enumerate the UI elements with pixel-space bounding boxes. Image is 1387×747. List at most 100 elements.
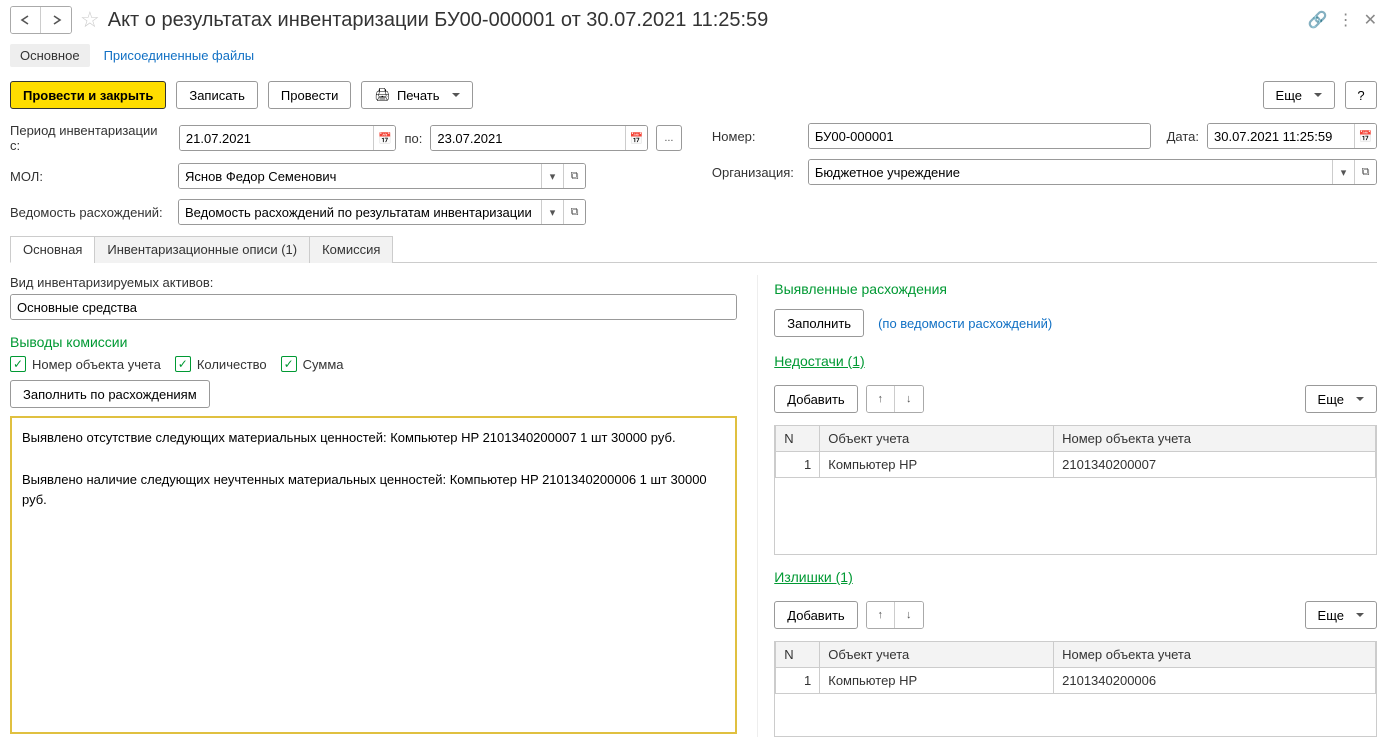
- col-object: Объект учета: [820, 426, 1054, 452]
- form-row-1: Период инвентаризации с: 📅 по: 📅 ... МОЛ…: [10, 123, 1377, 225]
- tabs: Основная Инвентаризационные описи (1) Ко…: [10, 235, 1377, 263]
- period-picker-button[interactable]: ...: [656, 125, 682, 151]
- period-to-input-group: 📅: [430, 125, 648, 151]
- pane-left: Вид инвентаризируемых активов: Выводы ко…: [10, 275, 737, 737]
- nav-pair: [10, 6, 72, 34]
- move-up-icon[interactable]: ↑: [867, 386, 895, 412]
- nav-forward-button[interactable]: [41, 7, 71, 33]
- shortages-table[interactable]: N Объект учета Номер объекта учета 1 Ком…: [775, 426, 1376, 478]
- tab-main[interactable]: Основная: [10, 236, 95, 263]
- cell-object: Компьютер HP: [820, 452, 1054, 478]
- org-input[interactable]: [809, 160, 1332, 184]
- col-object-number: Номер объекта учета: [1054, 426, 1376, 452]
- asset-type-input[interactable]: [11, 295, 736, 319]
- ved-input[interactable]: [179, 200, 541, 224]
- surpluses-toolbar: Добавить ↑ ↓ Еще: [774, 601, 1377, 629]
- mol-label: МОЛ:: [10, 169, 170, 184]
- shortages-table-wrap: N Объект учета Номер объекта учета 1 Ком…: [774, 425, 1377, 555]
- fill-button[interactable]: Заполнить: [774, 309, 864, 337]
- checkmark-icon: ✓: [10, 356, 26, 372]
- col-n: N: [776, 642, 820, 668]
- open-icon[interactable]: ⧉: [563, 200, 585, 224]
- surpluses-move-group: ↑ ↓: [866, 601, 924, 629]
- number-label: Номер:: [712, 129, 800, 144]
- ved-input-group: ▾ ⧉: [178, 199, 586, 225]
- surpluses-table-wrap: N Объект учета Номер объекта учета 1 Ком…: [774, 641, 1377, 737]
- section-attached-files[interactable]: Присоединенные файлы: [104, 48, 255, 63]
- calendar-icon[interactable]: 📅: [373, 126, 395, 150]
- date-input[interactable]: [1208, 124, 1354, 148]
- section-links: Основное Присоединенные файлы: [10, 44, 1377, 67]
- favorite-star-icon[interactable]: ☆: [78, 9, 102, 31]
- field-mol: МОЛ: ▾ ⧉: [10, 163, 682, 189]
- open-icon[interactable]: ⧉: [563, 164, 585, 188]
- close-icon[interactable]: ✕: [1364, 10, 1377, 30]
- move-down-icon[interactable]: ↓: [895, 386, 923, 412]
- mol-input-group: ▾ ⧉: [178, 163, 586, 189]
- cell-n: 1: [776, 668, 820, 694]
- check-quantity[interactable]: ✓ Количество: [175, 356, 267, 372]
- check-quantity-label: Количество: [197, 357, 267, 372]
- check-sum-label: Сумма: [303, 357, 344, 372]
- dropdown-icon[interactable]: ▾: [541, 200, 563, 224]
- date-input-group: 📅: [1207, 123, 1377, 149]
- col-object-number: Номер объекта учета: [1054, 642, 1376, 668]
- link-icon[interactable]: 🔗: [1308, 10, 1328, 30]
- table-row[interactable]: 1 Компьютер HP 2101340200007: [776, 452, 1376, 478]
- calendar-icon[interactable]: 📅: [1354, 124, 1376, 148]
- col-object: Объект учета: [820, 642, 1054, 668]
- calendar-icon[interactable]: 📅: [625, 126, 647, 150]
- kebab-menu-icon[interactable]: ⋮: [1338, 10, 1354, 30]
- post-button[interactable]: Провести: [268, 81, 352, 109]
- tab-commission[interactable]: Комиссия: [309, 236, 393, 263]
- main-toolbar: Провести и закрыть Записать Провести 🖨 П…: [10, 81, 1377, 109]
- move-up-icon[interactable]: ↑: [867, 602, 895, 628]
- asset-type-label: Вид инвентаризируемых активов:: [10, 275, 737, 290]
- cell-n: 1: [776, 452, 820, 478]
- conclusions-textarea[interactable]: [10, 416, 737, 734]
- save-button[interactable]: Записать: [176, 81, 258, 109]
- discrepancies-heading: Выявленные расхождения: [774, 281, 1377, 297]
- field-ved: Ведомость расхождений: ▾ ⧉: [10, 199, 682, 225]
- check-sum[interactable]: ✓ Сумма: [281, 356, 344, 372]
- period-from-label: Период инвентаризации с:: [10, 123, 171, 153]
- title-tools: 🔗 ⋮ ✕: [1308, 10, 1377, 30]
- dropdown-icon[interactable]: ▾: [1332, 160, 1354, 184]
- period-from-input[interactable]: [180, 126, 374, 150]
- check-object-number[interactable]: ✓ Номер объекта учета: [10, 356, 161, 372]
- dropdown-icon[interactable]: ▾: [541, 164, 563, 188]
- cell-object: Компьютер HP: [820, 668, 1054, 694]
- help-button[interactable]: ?: [1345, 81, 1377, 109]
- shortages-toolbar: Добавить ↑ ↓ Еще: [774, 385, 1377, 413]
- surpluses-link[interactable]: Излишки (1): [774, 569, 1377, 585]
- field-org: Организация: ▾ ⧉: [712, 159, 1377, 185]
- ved-label: Ведомость расхождений:: [10, 205, 170, 220]
- field-period: Период инвентаризации с: 📅 по: 📅 ...: [10, 123, 682, 153]
- tab-inventory-lists[interactable]: Инвентаризационные описи (1): [94, 236, 310, 263]
- table-row[interactable]: 1 Компьютер HP 2101340200006: [776, 668, 1376, 694]
- section-main[interactable]: Основное: [10, 44, 90, 67]
- check-object-number-label: Номер объекта учета: [32, 357, 161, 372]
- shortages-more-button[interactable]: Еще: [1305, 385, 1377, 413]
- surpluses-table[interactable]: N Объект учета Номер объекта учета 1 Ком…: [775, 642, 1376, 694]
- checkmark-icon: ✓: [175, 356, 191, 372]
- number-input[interactable]: [809, 124, 1150, 148]
- surpluses-add-button[interactable]: Добавить: [774, 601, 857, 629]
- post-and-close-button[interactable]: Провести и закрыть: [10, 81, 166, 109]
- fill-by-ved-link[interactable]: (по ведомости расхождений): [878, 316, 1052, 331]
- move-down-icon[interactable]: ↓: [895, 602, 923, 628]
- asset-type-input-group: [10, 294, 737, 320]
- more-button[interactable]: Еще: [1263, 81, 1335, 109]
- pane-right: Выявленные расхождения Заполнить (по вед…: [757, 275, 1377, 737]
- print-button[interactable]: 🖨 Печать: [361, 81, 472, 109]
- period-to-input[interactable]: [431, 126, 625, 150]
- fill-by-discrepancies-button[interactable]: Заполнить по расхождениям: [10, 380, 210, 408]
- open-icon[interactable]: ⧉: [1354, 160, 1376, 184]
- mol-input[interactable]: [179, 164, 541, 188]
- nav-back-button[interactable]: [11, 7, 41, 33]
- shortages-link[interactable]: Недостачи (1): [774, 353, 1377, 369]
- checkmark-icon: ✓: [281, 356, 297, 372]
- shortages-add-button[interactable]: Добавить: [774, 385, 857, 413]
- cell-object-number: 2101340200006: [1054, 668, 1376, 694]
- surpluses-more-button[interactable]: Еще: [1305, 601, 1377, 629]
